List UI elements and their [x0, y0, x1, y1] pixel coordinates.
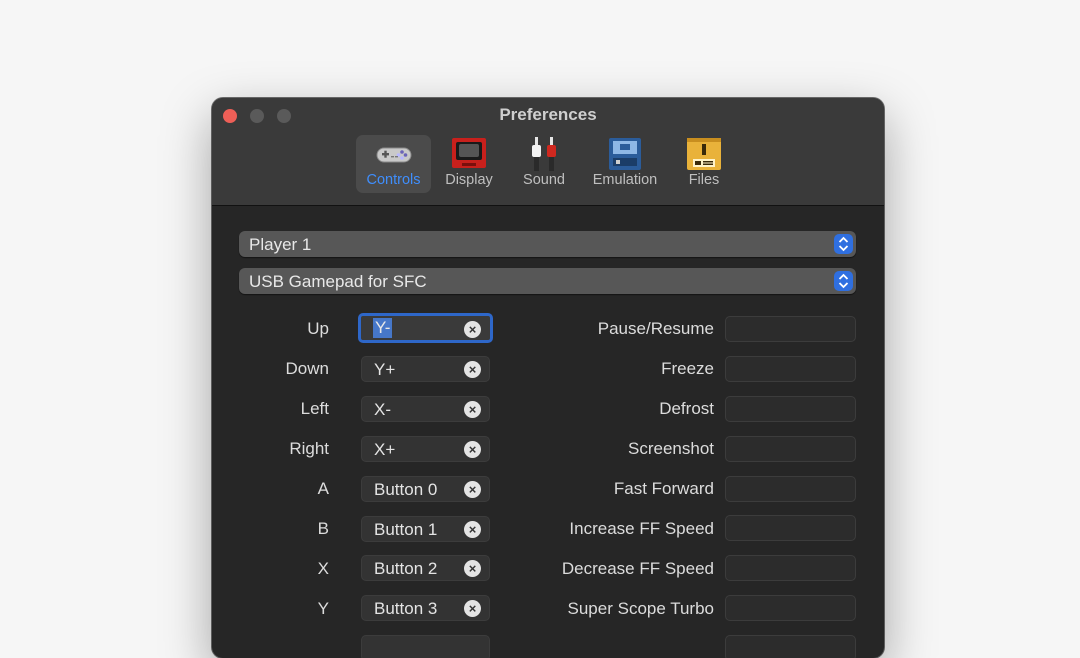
binding-field-a[interactable]: Button 0 × — [361, 476, 490, 502]
rca-cables-icon — [532, 137, 556, 171]
clear-icon[interactable]: × — [464, 560, 481, 577]
binding-field-up[interactable]: Y- × — [358, 313, 493, 343]
binding-field-down[interactable]: Y+ × — [361, 356, 490, 382]
gamepad-icon — [376, 147, 411, 163]
cartridge-icon — [609, 138, 641, 170]
player-select-value: Player 1 — [249, 235, 312, 254]
binding-value-x: Button 2 — [374, 559, 438, 578]
window-title: Preferences — [499, 105, 597, 124]
toolbar: Preferences Controls Display Sound Emula… — [212, 98, 884, 206]
hotkey-label-increase-ff-speed: Increase FF Speed — [569, 519, 714, 538]
binding-value-b: Button 1 — [374, 520, 438, 539]
binding-value-left: X- — [374, 400, 391, 419]
player-select[interactable]: Player 1 — [239, 231, 856, 257]
hotkey-field-pause-resume[interactable] — [725, 316, 856, 342]
preferences-window: Preferences Controls Display Sound Emula… — [212, 98, 884, 658]
tab-files-label: Files — [688, 172, 720, 188]
binding-field-partial[interactable] — [361, 635, 490, 658]
folder-icon — [687, 138, 721, 170]
binding-label-right: Right — [289, 439, 329, 458]
hotkey-label-screenshot: Screenshot — [628, 439, 714, 458]
tab-controls-label: Controls — [366, 172, 421, 188]
binding-field-right[interactable]: X+ × — [361, 436, 490, 462]
binding-label-b: B — [317, 519, 329, 538]
binding-value-up: Y- — [373, 318, 393, 338]
hotkey-label-decrease-ff-speed: Decrease FF Speed — [561, 559, 714, 578]
hotkey-label-super-scope-turbo: Super Scope Turbo — [567, 599, 714, 618]
binding-label-left: Left — [300, 399, 329, 418]
binding-field-left[interactable]: X- × — [361, 396, 490, 422]
binding-value-right: X+ — [374, 440, 396, 459]
binding-label-a: A — [317, 479, 329, 498]
device-select-stepper[interactable] — [834, 271, 853, 291]
clear-icon[interactable]: × — [464, 600, 481, 617]
hotkey-label-fast-forward: Fast Forward — [613, 479, 714, 498]
binding-label-up: Up — [307, 319, 329, 338]
tab-display-label: Display — [445, 172, 493, 188]
hotkey-field-decrease-ff-speed[interactable] — [725, 555, 856, 581]
device-select[interactable]: USB Gamepad for SFC — [239, 268, 856, 294]
binding-label-x: X — [317, 559, 329, 578]
tab-emulation-label: Emulation — [592, 172, 658, 188]
binding-field-y[interactable]: Button 3 × — [361, 595, 490, 621]
tab-sound[interactable]: Sound — [513, 135, 575, 193]
hotkey-label-defrost: Defrost — [659, 399, 714, 418]
tab-controls[interactable]: Controls — [356, 135, 431, 193]
tab-sound-label: Sound — [523, 172, 565, 188]
tab-emulation[interactable]: Emulation — [584, 135, 666, 193]
clear-icon[interactable]: × — [464, 441, 481, 458]
hotkey-field-increase-ff-speed[interactable] — [725, 515, 856, 541]
clear-icon[interactable]: × — [464, 481, 481, 498]
binding-field-x[interactable]: Button 2 × — [361, 555, 490, 581]
binding-value-down: Y+ — [374, 360, 396, 379]
hotkey-label-pause-resume: Pause/Resume — [597, 319, 714, 338]
hotkey-field-fast-forward[interactable] — [725, 476, 856, 502]
binding-value-a: Button 0 — [374, 480, 438, 499]
binding-label-y: Y — [317, 599, 329, 618]
clear-icon[interactable]: × — [464, 401, 481, 418]
binding-value-y: Button 3 — [374, 599, 438, 618]
hotkey-field-freeze[interactable] — [725, 356, 856, 382]
clear-icon[interactable]: × — [464, 321, 481, 338]
chevron-up-down-icon — [838, 236, 849, 252]
device-select-value: USB Gamepad for SFC — [249, 272, 427, 291]
hotkey-field-super-scope-turbo[interactable] — [725, 595, 856, 621]
binding-field-b[interactable]: Button 1 × — [361, 516, 490, 542]
hotkey-field-partial[interactable] — [725, 635, 856, 658]
tab-files[interactable]: Files — [673, 135, 735, 193]
player-select-stepper[interactable] — [834, 234, 853, 254]
binding-label-down: Down — [285, 359, 329, 378]
chevron-up-down-icon — [838, 273, 849, 289]
clear-icon[interactable]: × — [464, 521, 481, 538]
clear-icon[interactable]: × — [464, 361, 481, 378]
hotkey-field-defrost[interactable] — [725, 396, 856, 422]
hotkey-field-screenshot[interactable] — [725, 436, 856, 462]
tab-display[interactable]: Display — [438, 135, 500, 193]
hotkey-label-freeze: Freeze — [661, 359, 714, 378]
crt-monitor-icon — [452, 138, 486, 168]
